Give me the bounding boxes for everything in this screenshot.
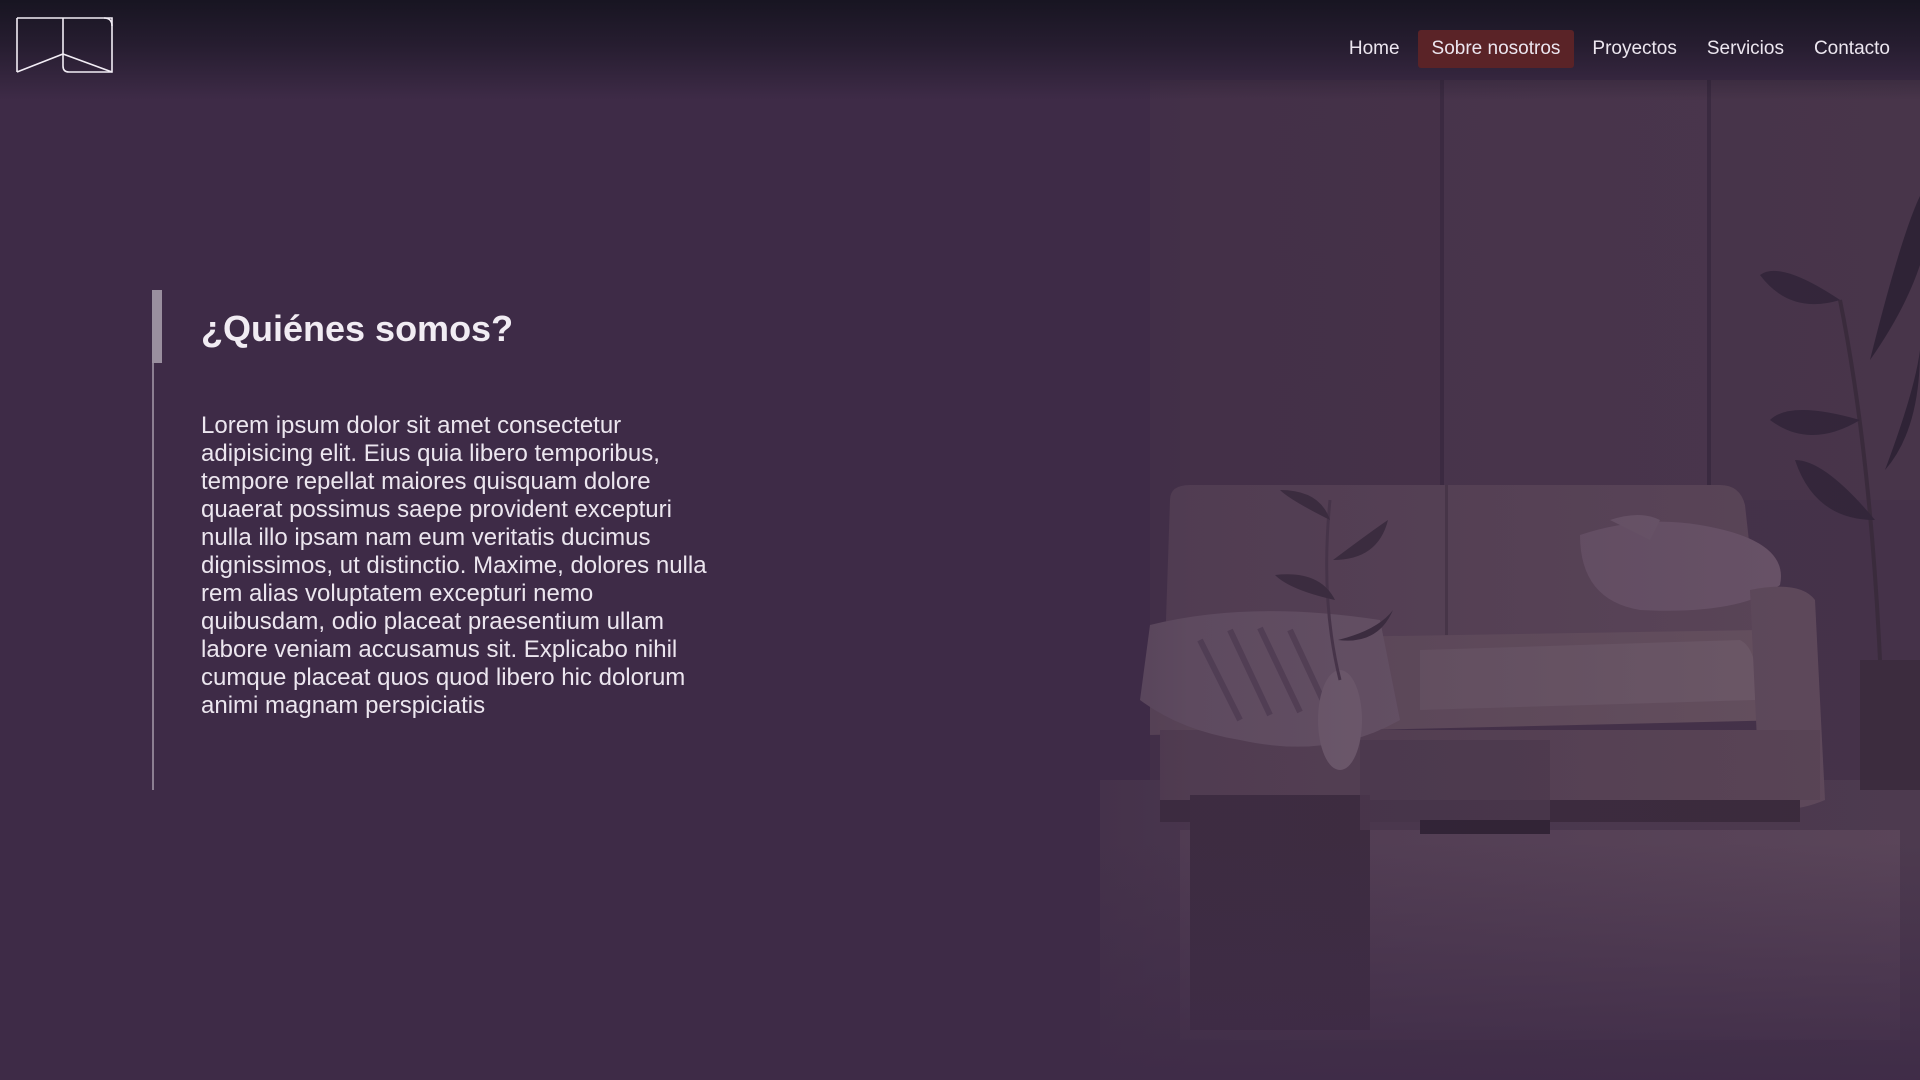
nav-sobre-nosotros-link[interactable]: Sobre nosotros [1417,30,1575,68]
section-accent-bar [152,290,162,363]
main-nav: Home Sobre nosotros Proyectos Servicios … [1337,30,1902,68]
site-header: Home Sobre nosotros Proyectos Servicios … [0,0,1920,100]
nav-servicios-link[interactable]: Servicios [1695,30,1796,68]
nav-contacto-link[interactable]: Contacto [1802,30,1902,68]
nav-home-link[interactable]: Home [1337,30,1412,68]
room-outline-logo-icon[interactable] [16,16,114,74]
section-title: ¿Quiénes somos? [201,308,514,349]
section-divider-line [152,290,154,790]
nav-proyectos-link[interactable]: Proyectos [1580,30,1688,68]
about-section: ¿Quiénes somos? Lorem ipsum dolor sit am… [152,290,712,790]
page: Home Sobre nosotros Proyectos Servicios … [0,0,1920,1080]
section-body-text: Lorem ipsum dolor sit amet consectetur a… [201,412,707,719]
